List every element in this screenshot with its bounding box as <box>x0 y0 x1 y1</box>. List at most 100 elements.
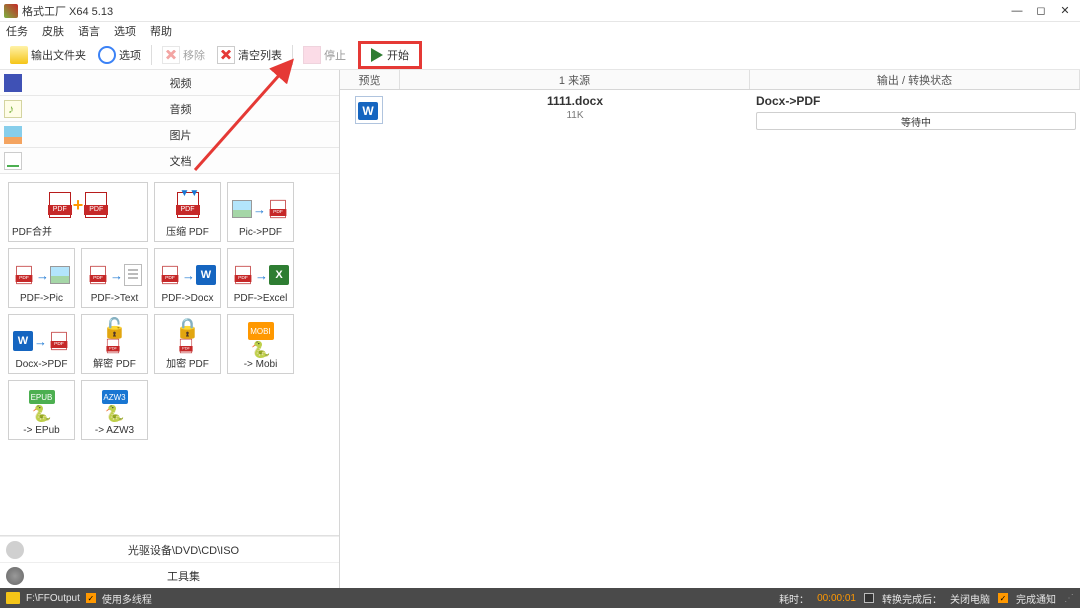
tile-pdf-merge[interactable]: +PDF合并 <box>8 182 148 242</box>
elapsed-time: 00:00:01 <box>817 593 856 604</box>
status-box: 等待中 <box>756 112 1076 130</box>
pdf-icon <box>90 266 105 284</box>
close-button[interactable]: ✕ <box>1054 3 1076 19</box>
output-folder-label: 输出文件夹 <box>31 47 86 63</box>
file-name: 1111.docx <box>400 94 750 108</box>
tile-compress-pdf[interactable]: ▼▼压缩 PDF <box>154 182 221 242</box>
category-label: 视频 <box>22 75 339 91</box>
toolbar-separator <box>151 45 152 65</box>
notify-checkbox[interactable]: ✓ <box>998 593 1008 603</box>
header-source[interactable]: 1 来源 <box>400 70 750 89</box>
azw3-icon: AZW3 <box>102 390 128 404</box>
start-button[interactable]: 开始 <box>358 41 422 69</box>
category-label: 音频 <box>22 101 339 117</box>
app-icon <box>4 4 18 18</box>
unlock-icon: 🔓 <box>102 316 127 341</box>
category-optical[interactable]: 光驱设备\DVD\CD\ISO <box>0 536 339 562</box>
audio-icon <box>4 100 22 118</box>
option-button[interactable]: 选项 <box>94 43 145 67</box>
pdf-icon <box>162 266 177 284</box>
pdf-icon <box>107 338 119 352</box>
remove-button[interactable]: 移除 <box>158 43 209 67</box>
header-preview[interactable]: 预览 <box>340 70 400 89</box>
category-image[interactable]: 图片 <box>0 122 339 148</box>
pdf-icon <box>180 338 192 352</box>
category-toolbox[interactable]: 工具集 <box>0 562 339 588</box>
title-bar: 格式工厂 X64 5.13 — ◻ ✕ <box>0 0 1080 22</box>
tile-to-mobi[interactable]: MOBI🐍-> Mobi <box>227 314 294 374</box>
category-video[interactable]: 视频 <box>0 70 339 96</box>
tile-to-epub[interactable]: EPUB🐍-> EPub <box>8 380 75 440</box>
folder-icon[interactable] <box>6 592 20 604</box>
tile-docx-to-pdf[interactable]: W→Docx->PDF <box>8 314 75 374</box>
category-label: 工具集 <box>28 568 339 584</box>
minimize-button[interactable]: — <box>1006 3 1028 19</box>
status-bar: F:\FFOutput ✓ 使用多线程 耗时： 00:00:01 转换完成后： … <box>0 588 1080 608</box>
menu-help[interactable]: 帮助 <box>150 23 172 39</box>
tile-pdf-to-excel[interactable]: →XPDF->Excel <box>227 248 294 308</box>
tile-pdf-to-text[interactable]: →PDF->Text <box>81 248 148 308</box>
folder-icon <box>10 46 28 64</box>
menu-bar: 任务 皮肤 语言 选项 帮助 <box>0 22 1080 40</box>
menu-language[interactable]: 语言 <box>78 23 100 39</box>
tile-label: -> Mobi <box>244 359 278 370</box>
tile-label: Docx->PDF <box>16 359 68 370</box>
category-audio[interactable]: 音频 <box>0 96 339 122</box>
excel-icon: X <box>269 265 289 285</box>
tile-label: Pic->PDF <box>239 227 282 238</box>
pdf-icon <box>51 332 66 350</box>
word-icon: W <box>196 265 216 285</box>
tile-label: PDF->Pic <box>20 293 63 304</box>
after-convert-checkbox[interactable] <box>864 593 874 603</box>
pdf-icon <box>49 192 71 218</box>
disc-icon <box>6 541 24 559</box>
word-icon: W <box>13 331 33 351</box>
tile-pdf-to-pic[interactable]: →PDF->Pic <box>8 248 75 308</box>
elapsed-label: 耗时： <box>779 591 809 606</box>
tile-label: PDF->Text <box>91 293 139 304</box>
category-label: 图片 <box>22 127 339 143</box>
image-icon <box>50 266 70 284</box>
multithread-checkbox[interactable]: ✓ <box>86 593 96 603</box>
list-header: 预览 1 来源 输出 / 转换状态 <box>340 70 1080 90</box>
remove-label: 移除 <box>183 47 205 63</box>
category-document[interactable]: 文档 <box>0 148 339 174</box>
stop-icon <box>303 46 321 64</box>
tile-label: PDF合并 <box>12 223 52 238</box>
file-thumbnail: W <box>355 96 385 126</box>
tile-pdf-to-docx[interactable]: →WPDF->Docx <box>154 248 221 308</box>
header-output[interactable]: 输出 / 转换状态 <box>750 70 1080 89</box>
list-row[interactable]: W 1111.docx11K Docx->PDF等待中 <box>340 90 1080 130</box>
tile-to-azw3[interactable]: AZW3🐍-> AZW3 <box>81 380 148 440</box>
pdf-icon <box>270 200 285 218</box>
maximize-button[interactable]: ◻ <box>1030 3 1052 19</box>
tiles-grid: +PDF合并 ▼▼压缩 PDF →Pic->PDF →PDF->Pic →PDF… <box>0 174 339 535</box>
menu-option[interactable]: 选项 <box>114 23 136 39</box>
resize-grip[interactable]: ⋰ <box>1064 593 1074 604</box>
shutdown-label[interactable]: 关闭电脑 <box>950 591 990 606</box>
menu-skin[interactable]: 皮肤 <box>42 23 64 39</box>
gear-icon <box>6 567 24 585</box>
clear-label: 清空列表 <box>238 47 282 63</box>
stop-button[interactable]: 停止 <box>299 43 350 67</box>
tile-label: PDF->Excel <box>234 293 288 304</box>
notify-label: 完成通知 <box>1016 591 1056 606</box>
stop-label: 停止 <box>324 47 346 63</box>
output-path[interactable]: F:\FFOutput <box>26 593 80 604</box>
tile-label: -> AZW3 <box>95 425 134 436</box>
clear-list-button[interactable]: 清空列表 <box>213 43 286 67</box>
menu-task[interactable]: 任务 <box>6 23 28 39</box>
remove-icon <box>162 46 180 64</box>
start-label: 开始 <box>387 47 409 63</box>
video-icon <box>4 74 22 92</box>
tile-label: 加密 PDF <box>166 355 209 370</box>
pdf-icon <box>235 266 250 284</box>
output-folder-button[interactable]: 输出文件夹 <box>6 43 90 67</box>
tile-pic-to-pdf[interactable]: →Pic->PDF <box>227 182 294 242</box>
epub-icon: EPUB <box>29 390 55 404</box>
tile-decrypt-pdf[interactable]: 🔓解密 PDF <box>81 314 148 374</box>
clear-icon <box>217 46 235 64</box>
tile-encrypt-pdf[interactable]: 🔒加密 PDF <box>154 314 221 374</box>
mobi-icon: MOBI <box>248 322 274 340</box>
tile-label: 压缩 PDF <box>166 223 209 238</box>
